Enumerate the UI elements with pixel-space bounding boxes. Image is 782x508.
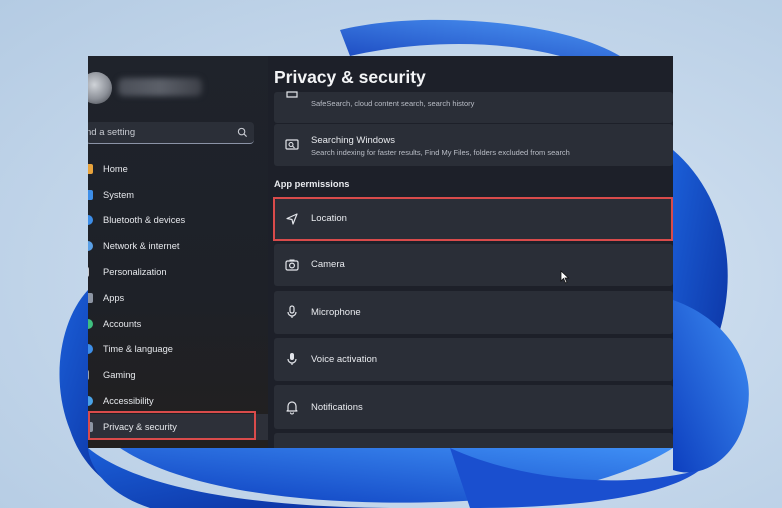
selected-item-highlight — [88, 411, 256, 440]
sidebar-item-network[interactable]: Network & internet — [88, 233, 268, 259]
search-placeholder: nd a setting — [88, 127, 136, 138]
search-permissions-card[interactable]: SafeSearch, cloud content search, search… — [274, 91, 673, 123]
sidebar-item-label: Apps — [103, 292, 125, 303]
settings-window: nd a setting Home System Bluetooth & dev… — [88, 56, 673, 448]
sidebar-item-label: Home — [103, 163, 128, 174]
sidebar-item-apps[interactable]: Apps — [88, 285, 268, 311]
permission-label: Microphone — [311, 307, 361, 318]
permission-label: Notifications — [311, 402, 363, 413]
permission-voice-activation[interactable]: Voice activation — [274, 338, 673, 381]
sidebar-item-label: Network & internet — [103, 241, 180, 252]
permission-label: Voice activation — [311, 354, 378, 365]
apps-icon — [88, 292, 93, 303]
sidebar-item-accounts[interactable]: Accounts — [88, 311, 268, 337]
microphone-icon — [287, 305, 297, 318]
account-name-blurred — [118, 78, 202, 96]
next-permission-card-partial[interactable] — [274, 433, 673, 448]
main-content: Privacy & security SafeSearch, cloud con… — [273, 56, 673, 448]
location-highlight — [273, 197, 673, 241]
brush-icon — [88, 267, 89, 278]
avatar[interactable] — [88, 72, 112, 104]
sidebar-item-label: Accessibility — [103, 396, 154, 407]
bell-icon — [286, 401, 298, 415]
sidebar-item-label: Bluetooth & devices — [103, 215, 186, 226]
bluetooth-icon — [88, 215, 93, 226]
sidebar-item-personalization[interactable]: Personalization — [88, 259, 268, 285]
searching-windows-card[interactable]: Searching Windows Search indexing for fa… — [274, 124, 673, 166]
system-icon — [88, 189, 93, 200]
sidebar-item-label: Time & language — [103, 344, 173, 355]
sidebar-item-label: Accounts — [103, 318, 142, 329]
camera-icon — [285, 259, 299, 271]
mouse-cursor-icon — [560, 270, 570, 284]
card-title: Searching Windows — [311, 135, 395, 146]
accessibility-icon — [88, 396, 93, 407]
home-icon — [88, 163, 93, 174]
gaming-icon — [88, 370, 89, 381]
search-input[interactable]: nd a setting — [88, 122, 254, 144]
globe-icon — [88, 344, 93, 355]
sidebar-item-label: System — [103, 189, 134, 200]
sidebar-nav: Home System Bluetooth & devices Network … — [88, 156, 268, 440]
card-description: Search indexing for faster results, Find… — [311, 148, 570, 157]
sidebar-item-bluetooth[interactable]: Bluetooth & devices — [88, 208, 268, 234]
sidebar-item-time-language[interactable]: Time & language — [88, 337, 268, 363]
permission-microphone[interactable]: Microphone — [274, 291, 673, 334]
section-header-app-permissions: App permissions — [274, 179, 350, 189]
search-permissions-icon — [286, 91, 298, 98]
searching-windows-icon — [285, 139, 299, 150]
sidebar-item-gaming[interactable]: Gaming — [88, 362, 268, 388]
permission-notifications[interactable]: Notifications — [274, 385, 673, 429]
permission-label: Camera — [311, 259, 345, 270]
sidebar-item-system[interactable]: System — [88, 182, 268, 208]
permission-camera[interactable]: Camera — [274, 244, 673, 286]
voice-activation-icon — [287, 353, 297, 365]
accounts-icon — [88, 318, 93, 329]
sidebar-item-label: Personalization — [103, 267, 167, 278]
page-title: Privacy & security — [274, 67, 426, 87]
sidebar-item-label: Gaming — [103, 370, 136, 381]
sidebar-item-home[interactable]: Home — [88, 156, 268, 182]
search-icon[interactable] — [237, 127, 248, 138]
sidebar: nd a setting Home System Bluetooth & dev… — [88, 56, 268, 448]
card-description: SafeSearch, cloud content search, search… — [311, 99, 475, 108]
network-icon — [88, 241, 93, 252]
